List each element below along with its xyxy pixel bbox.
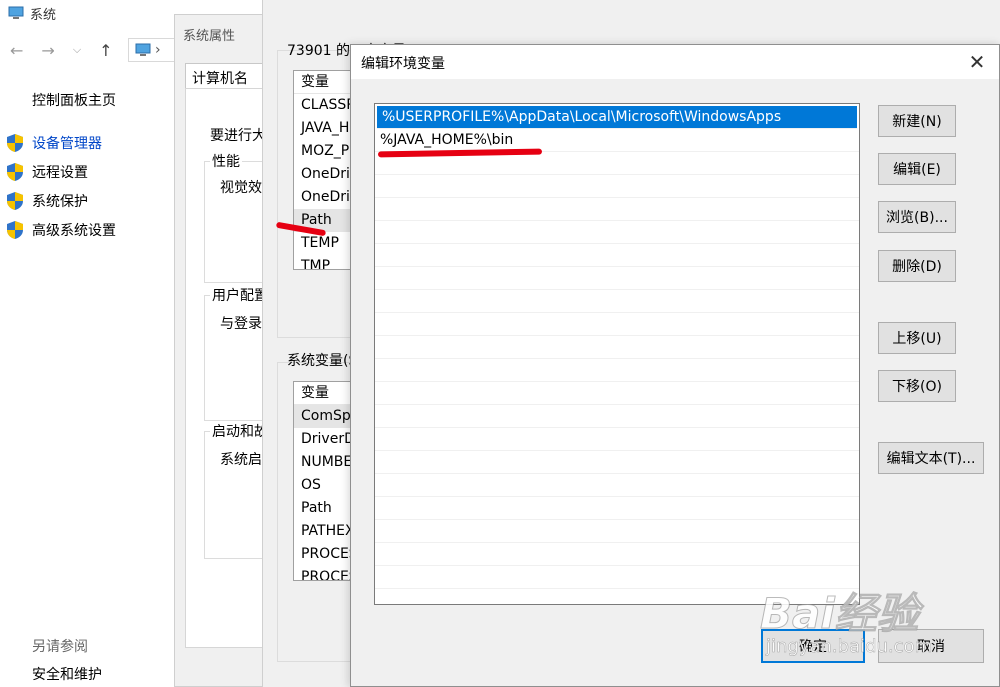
task-label: 系统保护 (32, 194, 88, 210)
list-item-empty[interactable] (375, 382, 859, 405)
list-item-empty[interactable] (375, 359, 859, 382)
task-label: 远程设置 (32, 165, 88, 181)
watermark-brand: Bai经验 (760, 589, 920, 639)
task-label: 高级系统设置 (32, 223, 116, 239)
list-item-empty[interactable] (375, 198, 859, 221)
list-item-empty[interactable] (375, 221, 859, 244)
task-device-manager[interactable]: 设备管理器 (6, 133, 102, 153)
list-item-empty[interactable] (375, 520, 859, 543)
control-panel-home-link[interactable]: 控制面板主页 (32, 90, 116, 110)
new-button[interactable]: 新建(N) (878, 105, 956, 137)
see-also-heading: 另请参阅 (32, 639, 88, 655)
dialog-titlebar: 编辑环境变量 ✕ (351, 45, 999, 79)
back-arrow-icon[interactable]: ← (10, 41, 23, 60)
dialog-title: 系统属性 (183, 29, 236, 44)
window-title: 系统 (8, 3, 56, 23)
watermark: Bai经验 jingyan.baidu.com (760, 580, 996, 670)
list-item-empty[interactable] (375, 428, 859, 451)
shield-icon (7, 134, 23, 152)
security-maintenance-link[interactable]: 安全和维护 (32, 664, 102, 684)
up-arrow-icon[interactable]: ↑ (99, 41, 112, 60)
startup-text: 系统启 (220, 452, 262, 468)
close-icon[interactable]: ✕ (955, 45, 999, 79)
nav-bar: ← → ⌵ ↑ (10, 38, 131, 62)
chevron-down-icon[interactable]: ⌵ (73, 43, 81, 57)
window-title-text: 系统 (30, 7, 57, 23)
path-entries-list[interactable]: %USERPROFILE%\AppData\Local\Microsoft\Wi… (374, 103, 860, 605)
shield-icon (7, 163, 23, 181)
task-system-protection[interactable]: 系统保护 (6, 191, 88, 211)
list-item-empty[interactable] (375, 267, 859, 290)
list-item-empty[interactable] (375, 497, 859, 520)
list-item-selected[interactable]: %USERPROFILE%\AppData\Local\Microsoft\Wi… (377, 106, 857, 129)
computer-icon (135, 43, 151, 56)
address-bar[interactable]: › (128, 38, 174, 62)
list-item-empty[interactable] (375, 405, 859, 428)
startup-label: 启动和故 (210, 421, 270, 441)
list-item-empty[interactable] (375, 290, 859, 313)
list-item-empty[interactable] (375, 244, 859, 267)
task-remote-settings[interactable]: 远程设置 (6, 162, 88, 182)
browse-button[interactable]: 浏览(B)... (878, 201, 956, 233)
shield-icon (7, 221, 23, 239)
shield-icon (7, 192, 23, 210)
list-item-empty[interactable] (375, 474, 859, 497)
list-item-empty[interactable] (375, 451, 859, 474)
visual-effects-text: 视觉效 (220, 180, 262, 196)
login-text: 与登录 (220, 316, 262, 332)
breadcrumb-chevron-icon: › (155, 42, 161, 58)
computer-icon (8, 6, 24, 19)
list-item-empty[interactable] (375, 175, 859, 198)
tab-computer-name[interactable]: 计算机名 (185, 63, 265, 89)
list-item-empty[interactable] (375, 313, 859, 336)
performance-label: 性能 (210, 151, 242, 171)
dialog-title: 编辑环境变量 (361, 56, 445, 72)
list-item-empty[interactable] (375, 543, 859, 566)
edit-button[interactable]: 编辑(E) (878, 153, 956, 185)
admin-note: 要进行大 (210, 128, 266, 144)
list-item-empty[interactable] (375, 336, 859, 359)
move-down-button[interactable]: 下移(O) (878, 370, 956, 402)
list-item[interactable]: %JAVA_HOME%\bin (375, 129, 859, 152)
forward-arrow-icon[interactable]: → (41, 41, 54, 60)
task-advanced-system-settings[interactable]: 高级系统设置 (6, 220, 116, 240)
watermark-url: jingyan.baidu.com (766, 636, 933, 658)
task-label: 设备管理器 (32, 136, 102, 152)
system-properties-dialog: 系统属性 计算机名 要进行大 性能 视觉效 用户配置 与登录 启动和故 系统启 (174, 14, 284, 687)
user-profiles-label: 用户配置 (210, 285, 270, 305)
edit-text-button[interactable]: 编辑文本(T)... (878, 442, 984, 474)
delete-button[interactable]: 删除(D) (878, 250, 956, 282)
move-up-button[interactable]: 上移(U) (878, 322, 956, 354)
